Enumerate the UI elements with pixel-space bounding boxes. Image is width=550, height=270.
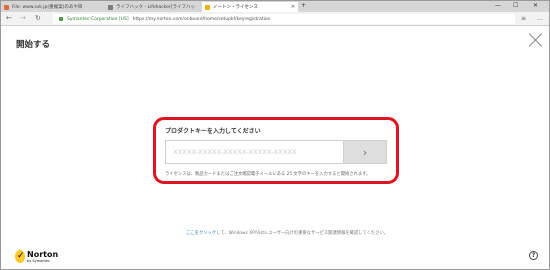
- help-text: ライセンスは、製品カードまたはご注文確認電子メールにある 25 文字のキーを入力…: [165, 172, 371, 177]
- tab-favicon-icon: [4, 4, 9, 10]
- product-key-prompt: プロダクトキーを入力してください: [165, 128, 261, 135]
- address-bar[interactable]: Symantec Corporation [US] https://my.nor…: [53, 14, 515, 24]
- tab-close-icon[interactable]: ✕: [291, 4, 295, 10]
- minimize-button[interactable]: —: [495, 2, 501, 10]
- logo-name: Norton: [27, 250, 59, 259]
- back-icon[interactable]: ←: [6, 14, 12, 23]
- lock-icon: [59, 17, 63, 21]
- tab-label: ライフハック - Lifehacker[ライフハッ: [116, 5, 195, 10]
- tab-label: ノートン・ライセンス: [213, 5, 258, 10]
- product-key-input[interactable]: [165, 140, 344, 164]
- footer-text: して、Windows XP/Vista ユーザー向けの重要なサービス関連情報を確…: [216, 231, 389, 236]
- browser-window: File: www.ssk.jp(重複案)のあや目 ライフハック - Lifeh…: [0, 0, 550, 270]
- help-icon[interactable]: ?: [529, 251, 538, 260]
- refresh-icon[interactable]: ↻: [35, 14, 41, 23]
- restore-button[interactable]: ☐: [513, 2, 518, 10]
- click-here-link[interactable]: ここをクリック: [186, 231, 216, 236]
- footer-note: ここをクリックして、Windows XP/Vista ユーザー向けの重要なサービ…: [186, 230, 388, 236]
- norton-logo: ✓ Norton by Symantec: [15, 250, 63, 266]
- tab-2[interactable]: ライフハック - Lifehacker[ライフハッ: [105, 2, 201, 12]
- checkmark-icon: ✓: [15, 250, 25, 263]
- tab-1[interactable]: File: www.ssk.jp(重複案)のあや目: [1, 2, 105, 12]
- new-tab-button[interactable]: +: [301, 2, 306, 10]
- close-icon[interactable]: [528, 32, 544, 48]
- hub-icon[interactable]: ≡: [521, 14, 526, 23]
- tab-favicon-icon: [108, 4, 113, 10]
- close-window-button[interactable]: ✕: [533, 2, 538, 10]
- logo-subtitle: by Symantec: [27, 259, 50, 263]
- submit-button[interactable]: ›: [344, 140, 387, 164]
- page-title: 開始する: [16, 40, 51, 50]
- forward-icon[interactable]: →: [20, 14, 26, 23]
- tab-active[interactable]: ノートン・ライセンス ✕: [202, 2, 298, 12]
- certificate-name: Symantec Corporation [US]: [67, 16, 129, 22]
- nav-bar: ← → ↻ Symantec Corporation [US] https://…: [1, 12, 549, 26]
- tab-favicon-icon: [205, 4, 210, 10]
- tab-strip: File: www.ssk.jp(重複案)のあや目 ライフハック - Lifeh…: [1, 1, 549, 12]
- url-text: https://my.norton.com/onboard/home/setup…: [132, 16, 271, 22]
- chevron-right-icon: ›: [362, 145, 368, 159]
- more-icon[interactable]: …: [537, 14, 543, 23]
- tab-label: File: www.ssk.jp(重複案)のあや目: [12, 5, 83, 10]
